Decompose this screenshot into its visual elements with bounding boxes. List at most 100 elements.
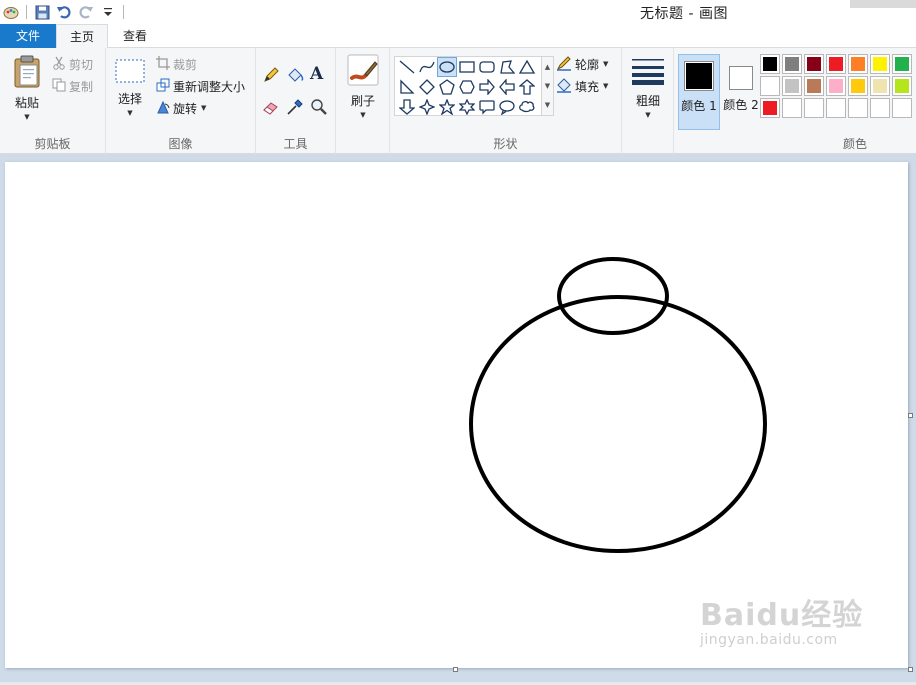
four-point-star-shape-icon[interactable] <box>417 97 437 117</box>
quick-access-toolbar <box>2 2 126 22</box>
shapes-group-label: 形状 <box>493 137 518 151</box>
pencil-icon[interactable] <box>262 66 282 86</box>
palette-swatch[interactable] <box>848 76 868 96</box>
outline-button[interactable]: 轮廓 ▼ <box>556 54 608 74</box>
palette-swatch[interactable] <box>760 76 780 96</box>
crop-button[interactable]: 裁剪 <box>156 54 197 74</box>
scroll-down-icon[interactable]: ▼ <box>545 82 550 90</box>
palette-swatch[interactable] <box>804 98 824 118</box>
paste-button[interactable]: 粘贴 ▼ <box>8 54 46 121</box>
triangle-shape-icon[interactable] <box>517 57 537 77</box>
save-icon[interactable] <box>33 3 51 21</box>
resize-handle-bottom[interactable] <box>453 667 458 672</box>
colors-group: 颜色 1 颜色 2 颜色 <box>674 48 916 154</box>
baidu-watermark: Baidu经验 jingyan.baidu.com <box>700 590 863 648</box>
right-triangle-shape-icon[interactable] <box>397 77 417 97</box>
palette-swatch[interactable] <box>782 76 802 96</box>
palette-swatch[interactable] <box>760 54 780 74</box>
five-point-star-shape-icon[interactable] <box>437 97 457 117</box>
oval-shape-icon[interactable] <box>437 57 457 77</box>
palette-swatch[interactable] <box>826 98 846 118</box>
palette-swatch[interactable] <box>892 54 912 74</box>
tab-view[interactable]: 查看 <box>110 24 160 48</box>
diamond-shape-icon[interactable] <box>417 77 437 97</box>
gallery-more-icon[interactable]: ▼ <box>545 101 550 109</box>
palette-swatch[interactable] <box>892 76 912 96</box>
palette-swatch[interactable] <box>804 76 824 96</box>
resize-handle-right[interactable] <box>908 413 913 418</box>
palette-swatch[interactable] <box>870 98 890 118</box>
fill-label: 填充 <box>575 79 600 94</box>
magnifier-icon[interactable] <box>310 98 330 118</box>
tab-file[interactable]: 文件 <box>0 24 56 48</box>
fill-button[interactable]: 填充 ▼ <box>556 76 608 96</box>
line-shape-icon[interactable] <box>397 57 417 77</box>
palette-swatch-fill <box>807 79 821 93</box>
shapes-gallery-scrollbar[interactable]: ▲ ▼ ▼ <box>542 56 554 116</box>
rotate-button[interactable]: 旋转 ▼ <box>156 98 206 118</box>
palette-swatch[interactable] <box>826 76 846 96</box>
palette-swatch[interactable] <box>848 54 868 74</box>
palette-swatch[interactable] <box>760 98 780 118</box>
color-picker-icon[interactable] <box>286 98 306 118</box>
redo-icon[interactable] <box>77 3 95 21</box>
color2-button[interactable]: 颜色 2 <box>720 54 762 130</box>
palette-swatch-fill <box>763 79 777 93</box>
curve-shape-icon[interactable] <box>417 57 437 77</box>
outline-label: 轮廓 <box>575 57 600 72</box>
cloud-callout-shape-icon[interactable] <box>517 97 537 117</box>
text-tool-icon[interactable]: A <box>310 64 330 84</box>
six-point-star-shape-icon[interactable] <box>457 97 477 117</box>
resize-label: 重新调整大小 <box>173 79 246 94</box>
image-group: 选择 ▼ 裁剪 重新调整大小 旋转 ▼ 图像 <box>106 48 256 154</box>
palette-swatch[interactable] <box>892 98 912 118</box>
oval-callout-shape-icon[interactable] <box>497 97 517 117</box>
palette-swatch[interactable] <box>826 54 846 74</box>
undo-icon[interactable] <box>55 3 73 21</box>
outline-brush-icon <box>556 55 572 74</box>
rounded-callout-shape-icon[interactable] <box>477 97 497 117</box>
size-dropdown-icon[interactable]: ▼ <box>645 111 650 119</box>
fill-bucket-icon[interactable] <box>286 66 306 86</box>
size-button[interactable]: 粗细 ▼ <box>628 56 668 119</box>
tab-home[interactable]: 主页 <box>56 24 108 49</box>
eraser-icon[interactable] <box>262 98 282 118</box>
polygon-shape-icon[interactable] <box>497 57 517 77</box>
fill-dropdown-icon[interactable]: ▼ <box>603 82 608 90</box>
resize-handle-corner[interactable] <box>908 667 913 672</box>
window-controls[interactable] <box>850 0 916 8</box>
outline-dropdown-icon[interactable]: ▼ <box>603 60 608 68</box>
color1-button[interactable]: 颜色 1 <box>678 54 720 130</box>
rotate-dropdown-icon[interactable]: ▼ <box>201 104 206 112</box>
right-arrow-shape-icon[interactable] <box>477 77 497 97</box>
select-label: 选择 <box>117 92 142 106</box>
palette-swatch[interactable] <box>804 54 824 74</box>
paste-dropdown-icon[interactable]: ▼ <box>24 113 29 121</box>
brushes-button[interactable]: 刷子 ▼ <box>342 54 384 119</box>
select-button[interactable]: 选择 ▼ <box>112 58 148 117</box>
watermark-url: jingyan.baidu.com <box>700 632 838 648</box>
palette-swatch-fill <box>851 57 865 71</box>
copy-button[interactable]: 复制 <box>52 76 93 96</box>
hexagon-shape-icon[interactable] <box>457 77 477 97</box>
palette-swatch[interactable] <box>870 76 890 96</box>
scroll-up-icon[interactable]: ▲ <box>545 63 550 71</box>
palette-swatch[interactable] <box>782 54 802 74</box>
palette-swatch[interactable] <box>870 54 890 74</box>
select-dropdown-icon[interactable]: ▼ <box>127 109 132 117</box>
palette-swatch-fill <box>873 101 887 115</box>
crop-icon <box>156 55 170 73</box>
resize-button[interactable]: 重新调整大小 <box>156 76 245 96</box>
palette-swatch[interactable] <box>848 98 868 118</box>
rounded-rectangle-shape-icon[interactable] <box>477 57 497 77</box>
pentagon-shape-icon[interactable] <box>437 77 457 97</box>
left-arrow-shape-icon[interactable] <box>497 77 517 97</box>
brushes-dropdown-icon[interactable]: ▼ <box>360 111 365 119</box>
rectangle-shape-icon[interactable] <box>457 57 477 77</box>
down-arrow-shape-icon[interactable] <box>397 97 417 117</box>
customize-qat-icon[interactable] <box>99 3 117 21</box>
cut-button[interactable]: 剪切 <box>52 54 93 74</box>
palette-swatch[interactable] <box>782 98 802 118</box>
paint-app-icon[interactable] <box>2 3 20 21</box>
up-arrow-shape-icon[interactable] <box>517 77 537 97</box>
